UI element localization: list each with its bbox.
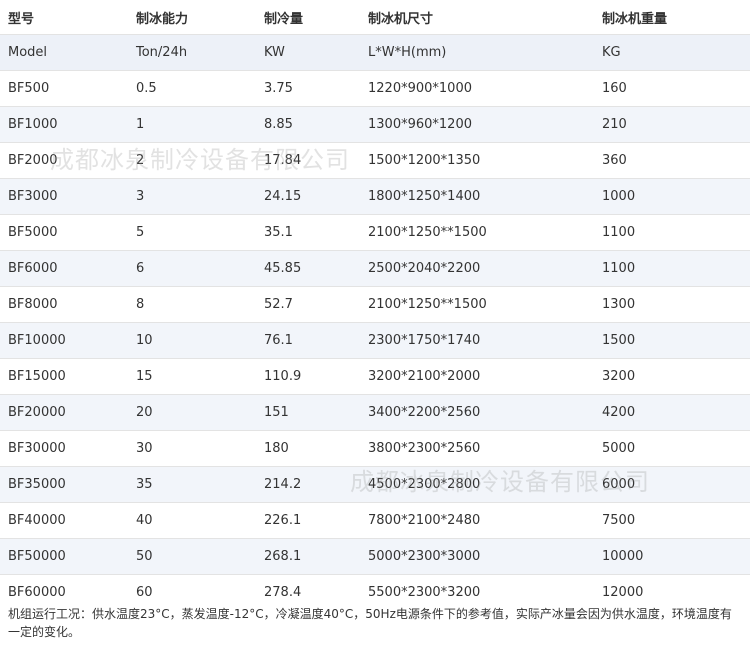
cell-cooling: 268.1: [256, 538, 360, 575]
cell-model: BF500: [0, 70, 128, 107]
table-row: BF50000 50 268.1 5000*2300*3000 10000: [0, 538, 750, 575]
cell-capacity: 5: [128, 214, 256, 251]
unit-size: L*W*H(mm): [360, 34, 594, 71]
table-row: BF1000 1 8.85 1300*960*1200 210: [0, 106, 750, 143]
cell-model: BF2000: [0, 142, 128, 179]
table-row: BF40000 40 226.1 7800*2100*2480 7500: [0, 502, 750, 539]
cell-model: BF35000: [0, 466, 128, 503]
cell-cooling: 180: [256, 430, 360, 467]
cell-weight: 4200: [594, 394, 750, 431]
cell-size: 3200*2100*2000: [360, 358, 594, 395]
table-row: BF6000 6 45.85 2500*2040*2200 1100: [0, 250, 750, 287]
cell-weight: 1300: [594, 286, 750, 323]
table-row: BF15000 15 110.9 3200*2100*2000 3200: [0, 358, 750, 395]
cell-weight: 160: [594, 70, 750, 107]
cell-model: BF30000: [0, 430, 128, 467]
header-row: 型号 制冰能力 制冷量 制冰机尺寸 制冰机重量: [0, 0, 750, 35]
table-row: BF2000 2 17.84 1500*1200*1350 360: [0, 142, 750, 179]
cell-weight: 1000: [594, 178, 750, 215]
table-row: BF10000 10 76.1 2300*1750*1740 1500: [0, 322, 750, 359]
cell-cooling: 8.85: [256, 106, 360, 143]
cell-capacity: 0.5: [128, 70, 256, 107]
cell-weight: 210: [594, 106, 750, 143]
ice-machine-spec-table: 型号 制冰能力 制冷量 制冰机尺寸 制冰机重量 Model Ton/24h KW…: [0, 0, 750, 610]
cell-size: 2100*1250**1500: [360, 286, 594, 323]
table-row: BF35000 35 214.2 4500*2300*2800 6000: [0, 466, 750, 503]
cell-capacity: 3: [128, 178, 256, 215]
operating-conditions-note: 机组运行工况：供水温度23°C，蒸发温度-12°C，冷凝温度40°C，50Hz电…: [8, 607, 732, 639]
cell-cooling: 3.75: [256, 70, 360, 107]
unit-cooling: KW: [256, 34, 360, 71]
cell-cooling: 151: [256, 394, 360, 431]
cell-capacity: 8: [128, 286, 256, 323]
cell-size: 1220*900*1000: [360, 70, 594, 107]
unit-model: Model: [0, 34, 128, 71]
cell-capacity: 35: [128, 466, 256, 503]
cell-size: 5000*2300*3000: [360, 538, 594, 575]
cell-weight: 5000: [594, 430, 750, 467]
cell-size: 4500*2300*2800: [360, 466, 594, 503]
cell-capacity: 1: [128, 106, 256, 143]
cell-weight: 1100: [594, 250, 750, 287]
cell-size: 7800*2100*2480: [360, 502, 594, 539]
cell-model: BF40000: [0, 502, 128, 539]
cell-cooling: 214.2: [256, 466, 360, 503]
cell-weight: 1100: [594, 214, 750, 251]
cell-cooling: 24.15: [256, 178, 360, 215]
cell-size: 1300*960*1200: [360, 106, 594, 143]
cell-cooling: 45.85: [256, 250, 360, 287]
table-row: BF8000 8 52.7 2100*1250**1500 1300: [0, 286, 750, 323]
cell-size: 1800*1250*1400: [360, 178, 594, 215]
cell-capacity: 15: [128, 358, 256, 395]
cell-cooling: 17.84: [256, 142, 360, 179]
cell-size: 2300*1750*1740: [360, 322, 594, 359]
cell-size: 3800*2300*2560: [360, 430, 594, 467]
cell-capacity: 30: [128, 430, 256, 467]
cell-weight: 6000: [594, 466, 750, 503]
cell-model: BF5000: [0, 214, 128, 251]
cell-weight: 360: [594, 142, 750, 179]
header-model: 型号: [0, 0, 128, 35]
cell-capacity: 10: [128, 322, 256, 359]
unit-capacity: Ton/24h: [128, 34, 256, 71]
cell-cooling: 35.1: [256, 214, 360, 251]
cell-cooling: 110.9: [256, 358, 360, 395]
cell-size: 1500*1200*1350: [360, 142, 594, 179]
cell-model: BF20000: [0, 394, 128, 431]
cell-weight: 7500: [594, 502, 750, 539]
cell-size: 2500*2040*2200: [360, 250, 594, 287]
cell-weight: 1500: [594, 322, 750, 359]
table-row: BF20000 20 151 3400*2200*2560 4200: [0, 394, 750, 431]
cell-capacity: 20: [128, 394, 256, 431]
cell-weight: 10000: [594, 538, 750, 575]
cell-cooling: 226.1: [256, 502, 360, 539]
cell-model: BF1000: [0, 106, 128, 143]
unit-row: Model Ton/24h KW L*W*H(mm) KG: [0, 34, 750, 71]
table-row: BF500 0.5 3.75 1220*900*1000 160: [0, 70, 750, 107]
cell-cooling: 76.1: [256, 322, 360, 359]
cell-capacity: 50: [128, 538, 256, 575]
cell-capacity: 6: [128, 250, 256, 287]
table-row: BF5000 5 35.1 2100*1250**1500 1100: [0, 214, 750, 251]
unit-weight: KG: [594, 34, 750, 71]
cell-model: BF8000: [0, 286, 128, 323]
cell-cooling: 52.7: [256, 286, 360, 323]
cell-weight: 3200: [594, 358, 750, 395]
cell-size: 3400*2200*2560: [360, 394, 594, 431]
cell-size: 2100*1250**1500: [360, 214, 594, 251]
cell-model: BF6000: [0, 250, 128, 287]
header-capacity: 制冰能力: [128, 0, 256, 35]
cell-capacity: 2: [128, 142, 256, 179]
table-row: BF3000 3 24.15 1800*1250*1400 1000: [0, 178, 750, 215]
header-weight: 制冰机重量: [594, 0, 750, 35]
header-cooling: 制冷量: [256, 0, 360, 35]
header-size: 制冰机尺寸: [360, 0, 594, 35]
cell-model: BF3000: [0, 178, 128, 215]
cell-model: BF50000: [0, 538, 128, 575]
cell-capacity: 40: [128, 502, 256, 539]
table-row: BF30000 30 180 3800*2300*2560 5000: [0, 430, 750, 467]
cell-model: BF15000: [0, 358, 128, 395]
cell-model: BF10000: [0, 322, 128, 359]
